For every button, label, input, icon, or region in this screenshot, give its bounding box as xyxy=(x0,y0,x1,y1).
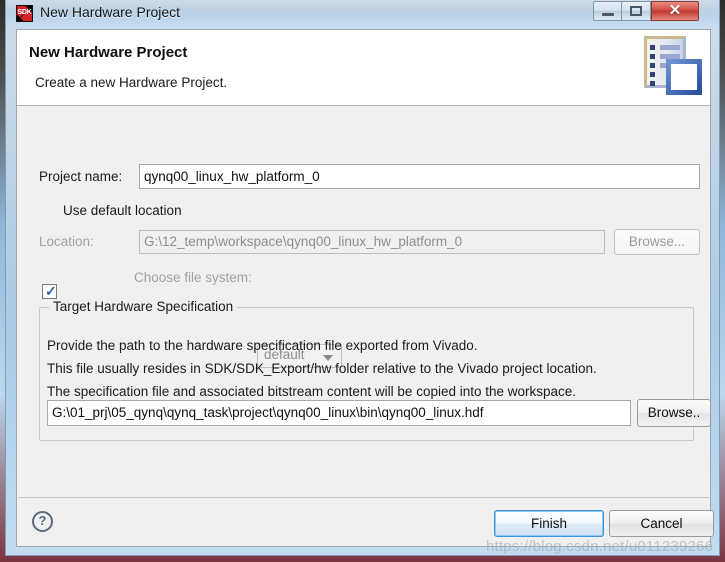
use-default-location-label: Use default location xyxy=(63,203,182,218)
maximize-icon xyxy=(630,6,642,16)
close-button[interactable]: ✕ xyxy=(651,1,699,21)
dialog-client: New Hardware Project Create a new Hardwa… xyxy=(16,29,711,547)
check-icon: ✓ xyxy=(45,283,57,299)
target-description-line: Provide the path to the hardware specifi… xyxy=(47,338,478,353)
project-name-input[interactable]: qynq00_linux_hw_platform_0 xyxy=(139,164,700,189)
window-title: New Hardware Project xyxy=(40,4,181,20)
banner-square xyxy=(666,59,702,95)
minimize-icon xyxy=(602,13,614,16)
footer-divider xyxy=(18,497,711,498)
wizard-header: New Hardware Project Create a new Hardwa… xyxy=(17,30,710,106)
banner-row xyxy=(660,45,680,50)
target-description-line: This file usually resides in SDK/SDK_Exp… xyxy=(47,361,597,376)
maximize-button[interactable] xyxy=(622,1,651,21)
banner-bullet xyxy=(650,54,655,59)
banner-bullet xyxy=(650,63,655,68)
location-browse-button: Browse... xyxy=(614,229,700,255)
hdf-browse-button[interactable]: Browse.. xyxy=(637,399,711,427)
form-content: Project name: qynq00_linux_hw_platform_0… xyxy=(17,107,711,497)
cancel-button[interactable]: Cancel xyxy=(609,510,714,537)
page-subtitle: Create a new Hardware Project. xyxy=(35,75,228,90)
location-label: Location: xyxy=(39,234,94,249)
banner-bullet xyxy=(650,45,655,50)
close-icon: ✕ xyxy=(668,2,682,19)
document-list-icon xyxy=(636,33,704,101)
sdk-app-icon: SDK xyxy=(16,5,33,22)
sdk-icon-label: SDK xyxy=(17,9,32,16)
help-question-mark: ? xyxy=(38,513,47,528)
hdf-path-input[interactable]: G:\01_prj\05_qynq\qynq_task\project\qynq… xyxy=(47,400,631,426)
title-bar[interactable]: SDK New Hardware Project ✕ xyxy=(6,0,719,28)
target-hardware-group-title: Target Hardware Specification xyxy=(49,299,238,314)
banner-bullet xyxy=(650,72,655,77)
target-description-line: The specification file and associated bi… xyxy=(47,384,577,399)
choose-file-system-label: Choose file system: xyxy=(134,270,252,285)
minimize-button[interactable] xyxy=(593,1,622,21)
location-input: G:\12_temp\workspace\qynq00_linux_hw_pla… xyxy=(139,230,605,254)
use-default-location-checkbox[interactable]: ✓ xyxy=(42,283,57,299)
banner-bullet xyxy=(650,81,655,86)
finish-button[interactable]: Finish xyxy=(494,510,604,537)
page-title: New Hardware Project xyxy=(29,44,188,61)
dialog-window: SDK New Hardware Project ✕ New Hardware … xyxy=(5,0,720,556)
help-icon[interactable]: ? xyxy=(32,511,53,532)
project-name-label: Project name: xyxy=(39,169,123,184)
